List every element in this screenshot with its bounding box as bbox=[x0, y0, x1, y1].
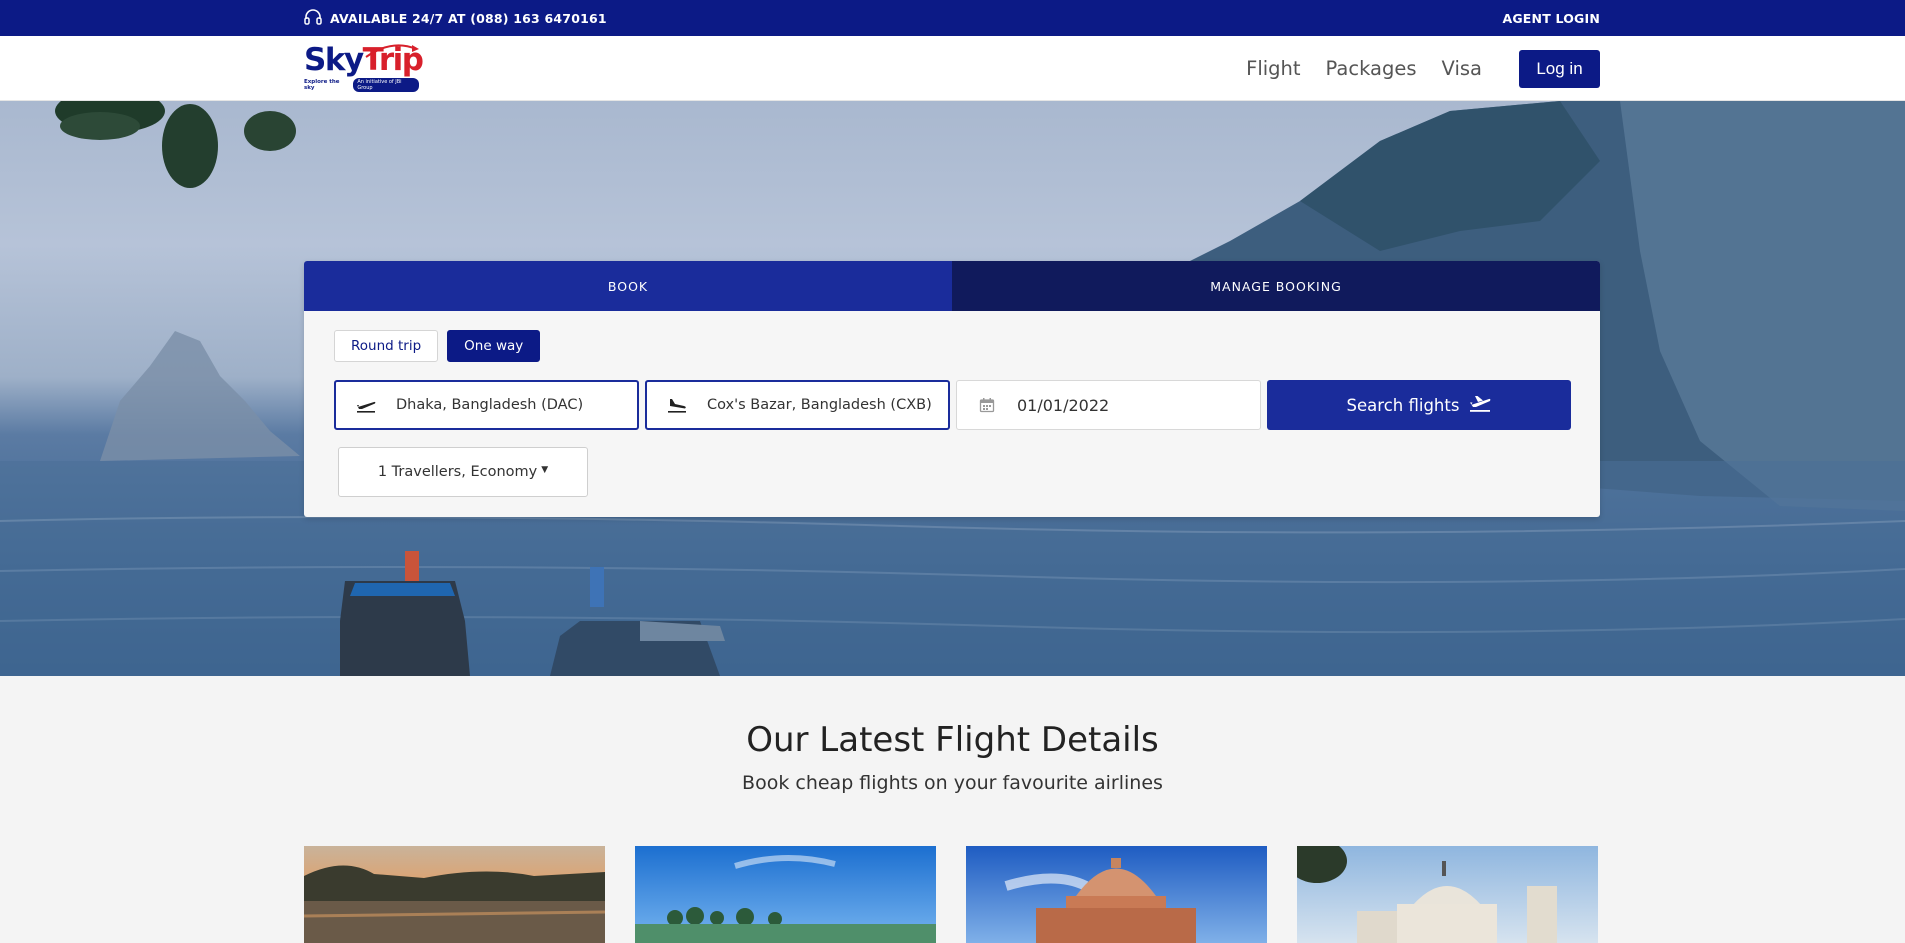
nav-menu: Flight Packages Visa Log in bbox=[1221, 49, 1600, 88]
plane-icon bbox=[1469, 394, 1491, 416]
caret-down-icon: ▼ bbox=[541, 465, 549, 475]
skytrip-logo[interactable]: SkyTrip Explore the sky An initiative of… bbox=[304, 41, 424, 97]
search-flights-label: Search flights bbox=[1346, 395, 1460, 415]
plane-landing-icon bbox=[647, 397, 707, 413]
agent-login-link[interactable]: AGENT LOGIN bbox=[1502, 11, 1600, 26]
travellers-class-dropdown[interactable]: 1 Travellers, Economy ▼ bbox=[338, 447, 588, 497]
availability-info: AVAILABLE 24/7 AT (088) 163 6470161 bbox=[304, 8, 607, 28]
logo-pill: An initiative of JBi Group bbox=[353, 78, 419, 92]
tab-book[interactable]: BOOK bbox=[304, 261, 952, 311]
login-button[interactable]: Log in bbox=[1519, 49, 1600, 88]
destination-card-monument[interactable] bbox=[966, 846, 1267, 943]
logo-tagline: Explore the sky bbox=[304, 79, 340, 91]
one-way-button[interactable]: One way bbox=[447, 330, 541, 362]
plane-takeoff-icon bbox=[336, 397, 396, 413]
hero-banner: BOOK MANAGE BOOKING Round trip One way D… bbox=[0, 101, 1905, 676]
section-subtitle: Book cheap flights on your favourite air… bbox=[742, 772, 1163, 794]
availability-text: AVAILABLE 24/7 AT (088) 163 6470161 bbox=[330, 10, 607, 26]
destination-card-memorial[interactable] bbox=[1297, 846, 1598, 943]
nav-item-visa[interactable]: Visa bbox=[1442, 57, 1482, 80]
tab-manage-booking[interactable]: MANAGE BOOKING bbox=[952, 261, 1600, 311]
to-field[interactable]: Cox's Bazar, Bangladesh (CXB) bbox=[645, 380, 950, 430]
booking-tabs: BOOK MANAGE BOOKING bbox=[304, 261, 1600, 311]
trip-type-toggle: Round trip One way bbox=[334, 330, 541, 362]
logo-swoosh-icon bbox=[365, 43, 419, 58]
from-field[interactable]: Dhaka, Bangladesh (DAC) bbox=[334, 380, 639, 430]
booking-widget: BOOK MANAGE BOOKING Round trip One way D… bbox=[304, 261, 1600, 517]
destination-card-sunset-lake[interactable] bbox=[304, 846, 605, 943]
section-title: Our Latest Flight Details bbox=[746, 720, 1159, 760]
travellers-value: 1 Travellers, Economy bbox=[377, 464, 538, 480]
search-flights-button[interactable]: Search flights bbox=[1267, 380, 1571, 430]
nav-item-flight[interactable]: Flight bbox=[1246, 57, 1300, 80]
from-value: Dhaka, Bangladesh (DAC) bbox=[396, 397, 584, 413]
round-trip-button[interactable]: Round trip bbox=[334, 330, 439, 362]
top-bar: AVAILABLE 24/7 AT (088) 163 6470161 AGEN… bbox=[0, 0, 1905, 36]
nav-item-packages[interactable]: Packages bbox=[1326, 57, 1417, 80]
main-navbar: SkyTrip Explore the sky An initiative of… bbox=[0, 36, 1905, 101]
headset-icon bbox=[304, 8, 322, 28]
date-value: 01/01/2022 bbox=[1017, 395, 1110, 415]
date-field[interactable]: 01/01/2022 bbox=[956, 380, 1261, 430]
to-value: Cox's Bazar, Bangladesh (CXB) bbox=[707, 397, 932, 413]
destination-card-beach[interactable] bbox=[635, 846, 936, 943]
calendar-icon bbox=[957, 397, 1017, 413]
